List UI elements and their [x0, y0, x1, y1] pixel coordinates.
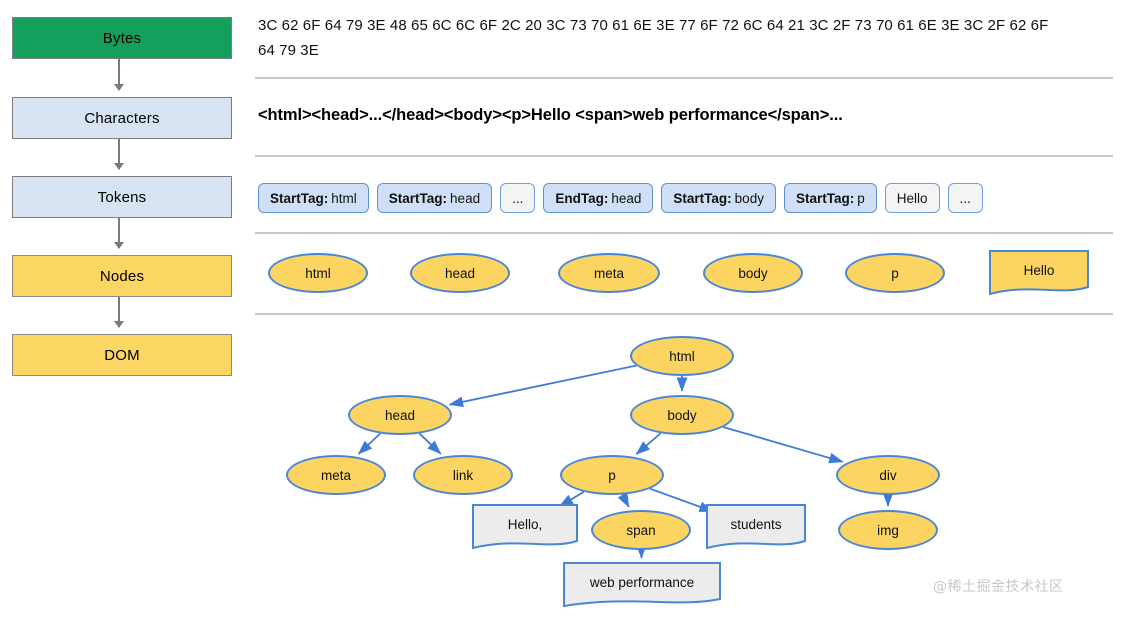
- characters-markup-text: <html><head>...</head><body><p>Hello <sp…: [258, 106, 843, 124]
- separator: [255, 77, 1113, 79]
- node-label: p: [891, 265, 899, 281]
- node-label: meta: [593, 265, 624, 281]
- pipeline-step-label: Tokens: [97, 188, 147, 206]
- node-ellipse: body: [703, 253, 803, 293]
- dom-node-span: span: [591, 510, 691, 550]
- node-label: Hello: [1023, 263, 1055, 278]
- node-label: body: [738, 265, 768, 281]
- dom-node-label: Hello,: [507, 517, 543, 532]
- dom-node-label: body: [667, 407, 697, 423]
- pipeline-step-nodes: Nodes: [12, 255, 232, 297]
- token-value: p: [857, 190, 865, 206]
- separator: [255, 232, 1113, 234]
- pipeline-arrow-down-icon: [114, 139, 124, 170]
- separator: [255, 155, 1113, 157]
- token-chip: ...: [947, 183, 983, 213]
- dom-edge-p-stud: [649, 487, 714, 513]
- dom-node-label: students: [730, 517, 782, 532]
- node-ellipse: head: [410, 253, 510, 293]
- dom-node-head: head: [348, 395, 452, 435]
- nodes-strip: html head meta body p Hello: [255, 250, 1115, 302]
- pipeline-arrow-down-icon: [114, 59, 124, 91]
- pipeline-step-label: Characters: [84, 109, 160, 127]
- token-value: ...: [512, 190, 524, 206]
- dom-node-link: link: [413, 455, 513, 495]
- token-kind: StartTag:: [673, 190, 732, 206]
- pipeline-arrow-down-icon: [114, 218, 124, 249]
- dom-node-img: img: [838, 510, 938, 550]
- dom-node-label: img: [877, 522, 899, 538]
- dom-node-meta: meta: [286, 455, 386, 495]
- token-value: body: [734, 190, 764, 206]
- token-kind: EndTag:: [555, 190, 609, 206]
- node-text-note: Hello: [989, 250, 1089, 296]
- pipeline-step-dom: DOM: [12, 334, 232, 376]
- token-chip: ...: [500, 183, 536, 213]
- token-value: ...: [959, 190, 971, 206]
- dom-node-label: web performance: [589, 575, 695, 590]
- dom-node-label: div: [879, 467, 897, 483]
- node-ellipse: p: [845, 253, 945, 293]
- dom-node-label: p: [608, 467, 616, 483]
- pipeline-step-label: Bytes: [102, 29, 142, 47]
- dom-node-body: body: [630, 395, 734, 435]
- dom-node-stud: students: [706, 504, 806, 550]
- node-ellipse: html: [268, 253, 368, 293]
- dom-edge-head-link: [418, 432, 442, 455]
- pipeline-column: Bytes Characters Tokens Nodes DOM: [0, 0, 250, 400]
- token-value: head: [450, 190, 481, 206]
- pipeline-step-label: DOM: [104, 346, 140, 364]
- pipeline-step-label: Nodes: [99, 267, 145, 285]
- token-kind: StartTag:: [388, 190, 448, 206]
- dom-edge-head-meta: [357, 432, 381, 455]
- token-kind: StartTag:: [795, 190, 855, 206]
- token-chip: StartTag: body: [661, 183, 776, 213]
- dom-node-html: html: [630, 336, 734, 376]
- bytes-hex-text: 3C 62 6F 64 79 3E 48 65 6C 6C 6F 2C 20 3…: [258, 17, 1049, 59]
- dom-node-label: head: [384, 407, 416, 423]
- dom-node-p: p: [560, 455, 664, 495]
- node-label: head: [444, 265, 476, 281]
- separator: [255, 313, 1113, 315]
- dom-node-label: html: [669, 348, 695, 364]
- dom-node-hello: Hello,: [472, 504, 578, 550]
- token-chip: Hello: [884, 183, 940, 213]
- dom-edge-p-span: [617, 492, 630, 508]
- token-kind: StartTag:: [270, 190, 329, 206]
- token-chip: EndTag: head: [543, 183, 654, 213]
- token-chip: StartTag: p: [783, 183, 877, 213]
- token-value: html: [331, 190, 357, 206]
- dom-edge-body-div: [723, 426, 844, 464]
- dom-tree-diagram: html head body meta link p div Hello, span studen…: [255, 320, 1123, 620]
- pipeline-step-characters: Characters: [12, 97, 232, 139]
- node-label: html: [305, 265, 331, 281]
- watermark: @稀土掘金技术社区: [933, 579, 1064, 595]
- dom-edge-html-head: [448, 364, 637, 408]
- dom-edge-body-p: [635, 432, 662, 455]
- token-chip: StartTag: html: [258, 183, 369, 213]
- dom-node-label: span: [626, 522, 656, 538]
- token-value: head: [611, 190, 642, 206]
- token-value: Hello: [896, 190, 928, 206]
- dom-node-webperf: web performance: [563, 562, 721, 608]
- token-chip: StartTag: head: [376, 183, 493, 213]
- dom-node-label: meta: [320, 467, 351, 483]
- pipeline-step-tokens: Tokens: [12, 176, 232, 218]
- node-ellipse: meta: [558, 253, 660, 293]
- dom-node-div: div: [836, 455, 940, 495]
- pipeline-arrow-down-icon: [114, 297, 124, 328]
- tokens-strip: StartTag: html StartTag: head... EndTag: head…: [258, 183, 983, 213]
- dom-node-label: link: [452, 467, 474, 483]
- pipeline-step-bytes: Bytes: [12, 17, 232, 59]
